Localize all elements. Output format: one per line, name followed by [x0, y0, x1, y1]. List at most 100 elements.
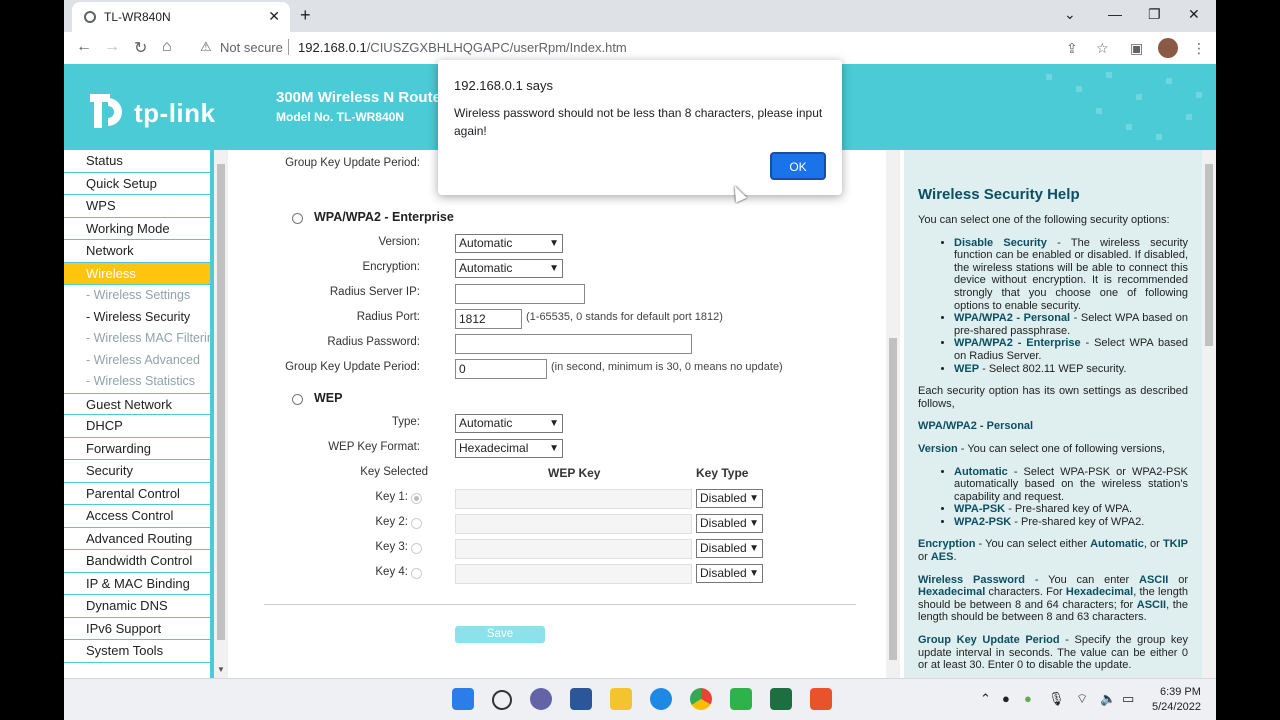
sidebar-item-bandwidth-control[interactable]: Bandwidth Control — [64, 550, 210, 573]
key-4-radio[interactable] — [411, 568, 422, 579]
browser-tab[interactable]: TL-WR840N ✕ — [72, 2, 290, 32]
recorder-icon[interactable] — [810, 688, 832, 710]
warning-icon[interactable]: ⚠ — [200, 39, 212, 55]
content-scrollbar[interactable] — [886, 150, 900, 678]
microphone-icon[interactable]: 🎙 — [1048, 691, 1065, 707]
reload-icon[interactable]: ↻ — [134, 38, 147, 58]
help-kw: Hexadecimal — [1065, 586, 1134, 599]
key-1-input[interactable] — [455, 489, 692, 509]
help-scrollbar[interactable] — [1202, 150, 1216, 678]
wep-radio[interactable] — [292, 394, 303, 405]
enterprise-radio[interactable] — [292, 213, 303, 224]
sidebar-item-working-mode[interactable]: Working Mode — [64, 218, 210, 240]
encryption-select[interactable]: Automatic ▼ — [455, 259, 563, 278]
help-kw: Automatic — [1090, 538, 1144, 551]
key-1-type-select[interactable]: Disabled ▼ — [696, 489, 763, 508]
wifi-icon[interactable]: ⌔ — [1076, 691, 1088, 707]
sidebar-item-wps[interactable]: WPS — [64, 195, 210, 218]
key-2-input[interactable] — [455, 514, 692, 534]
sidebar-sub-wireless-security[interactable]: - Wireless Security — [64, 307, 210, 329]
excel-icon[interactable] — [770, 688, 792, 710]
search-icon[interactable] — [492, 690, 512, 710]
help-group-key: Group Key Update Period - Specify the gr… — [918, 634, 1188, 672]
sidebar-item-status[interactable]: Status — [64, 150, 210, 173]
sidebar-item-advanced-routing[interactable]: Advanced Routing — [64, 528, 210, 550]
sidebar-item-forwarding[interactable]: Forwarding — [64, 438, 210, 460]
url-text[interactable]: 192.168.0.1/CIUSZGXBHLHQGAPC/userRpm/Ind… — [298, 40, 627, 55]
volume-icon[interactable]: 🔈 — [1100, 691, 1116, 707]
sidebar-sub-wireless-advanced[interactable]: - Wireless Advanced — [64, 350, 210, 372]
teams-chat-icon[interactable] — [530, 688, 552, 710]
logo-text: tp-link — [134, 98, 216, 128]
group-key-input[interactable]: 0 — [455, 359, 547, 379]
key-3-radio[interactable] — [411, 543, 422, 554]
radius-ip-input[interactable] — [455, 284, 585, 304]
battery-icon[interactable]: ▭ — [1122, 691, 1134, 707]
save-button[interactable]: Save — [455, 626, 545, 643]
sidebar-sub-wireless-settings[interactable]: - Wireless Settings — [64, 285, 210, 307]
tray-chevron-up-icon[interactable]: ⌃ — [980, 691, 991, 707]
tab-close-icon[interactable]: ✕ — [268, 8, 280, 25]
key-3-type-select[interactable]: Disabled ▼ — [696, 539, 763, 558]
radius-password-input[interactable] — [455, 334, 692, 354]
help-option: WEP - Select 802.11 WEP security. — [954, 363, 1188, 376]
sidebar-sub-wireless-statistics[interactable]: - Wireless Statistics — [64, 371, 210, 393]
scroll-down-icon[interactable]: ▼ — [217, 665, 225, 674]
sidebar-item-quick-setup[interactable]: Quick Setup — [64, 173, 210, 195]
windows-start-icon[interactable] — [452, 688, 474, 710]
sidebar-item-dynamic-dns[interactable]: Dynamic DNS — [64, 595, 210, 618]
file-explorer-icon[interactable] — [610, 688, 632, 710]
sidebar-item-ip-mac-binding[interactable]: IP & MAC Binding — [64, 573, 210, 595]
enterprise-title: WPA/WPA2 - Enterprise — [314, 210, 454, 224]
sidebar-item-network[interactable]: Network — [64, 240, 210, 263]
sidepanel-icon[interactable]: ▣ — [1130, 40, 1143, 57]
taskbar-clock[interactable]: 6:39 PM 5/24/2022 — [1152, 685, 1201, 715]
radius-port-label: Radius Port: — [356, 311, 420, 323]
restore-icon[interactable]: ❐ — [1148, 6, 1161, 23]
word-icon[interactable] — [570, 688, 592, 710]
menu-kebab-icon[interactable]: ⋮ — [1192, 40, 1206, 57]
key-1-radio[interactable] — [411, 493, 422, 504]
chevron-down-icon: ▼ — [549, 418, 559, 429]
sidebar-scroll-thumb[interactable] — [217, 164, 225, 640]
key-4-input[interactable] — [455, 564, 692, 584]
sidebar-item-wireless[interactable]: Wireless — [64, 262, 210, 285]
bookmark-star-icon[interactable]: ☆ — [1096, 40, 1109, 57]
tray-app2-icon[interactable]: ● — [1024, 691, 1032, 706]
back-icon[interactable]: ← — [76, 38, 92, 56]
chrome-icon[interactable] — [690, 688, 712, 710]
sidebar-item-system-tools[interactable]: System Tools — [64, 640, 210, 663]
not-secure-label[interactable]: Not secure — [220, 40, 283, 55]
wep-format-select[interactable]: Hexadecimal ▼ — [455, 439, 563, 458]
new-tab-icon[interactable]: + — [300, 5, 311, 26]
help-scroll-thumb[interactable] — [1205, 164, 1213, 346]
window-close-icon[interactable]: ✕ — [1188, 6, 1200, 23]
key-4-type-select[interactable]: Disabled ▼ — [696, 564, 763, 583]
ok-button[interactable]: OK — [770, 152, 826, 180]
sidebar-scrollbar[interactable]: ▼ — [214, 150, 228, 678]
radius-port-input[interactable]: 1812 — [455, 309, 522, 329]
sidebar-item-access-control[interactable]: Access Control — [64, 505, 210, 528]
forward-icon[interactable]: → — [104, 38, 120, 56]
sidebar-item-guest-network[interactable]: Guest Network — [64, 392, 210, 415]
wep-type-select[interactable]: Automatic ▼ — [455, 414, 563, 433]
tray-app-icon[interactable]: ● — [1002, 691, 1010, 706]
url-input[interactable]: ⚠ Not secure 192.168.0.1/CIUSZGXBHLHQGAP… — [192, 36, 1072, 60]
content-scroll-thumb[interactable] — [889, 338, 897, 660]
sidebar-item-ipv6-support[interactable]: IPv6 Support — [64, 618, 210, 640]
profile-avatar[interactable] — [1158, 38, 1178, 58]
key-3-input[interactable] — [455, 539, 692, 559]
share-icon[interactable]: ⇪ — [1066, 40, 1078, 57]
key-2-radio[interactable] — [411, 518, 422, 529]
home-icon[interactable]: ⌂ — [162, 38, 172, 56]
key-2-type-select[interactable]: Disabled ▼ — [696, 514, 763, 533]
sidebar-item-security[interactable]: Security — [64, 460, 210, 483]
sidebar-item-parental-control[interactable]: Parental Control — [64, 483, 210, 505]
camtasia-icon[interactable] — [730, 688, 752, 710]
sidebar-item-dhcp[interactable]: DHCP — [64, 415, 210, 438]
version-select[interactable]: Automatic ▼ — [455, 234, 563, 253]
edge-icon[interactable] — [650, 688, 672, 710]
tab-search-icon[interactable]: ⌄ — [1064, 6, 1076, 23]
sidebar-sub-wireless-mac-filtering[interactable]: - Wireless MAC Filtering — [64, 328, 210, 350]
minimize-icon[interactable]: — — [1108, 6, 1122, 22]
